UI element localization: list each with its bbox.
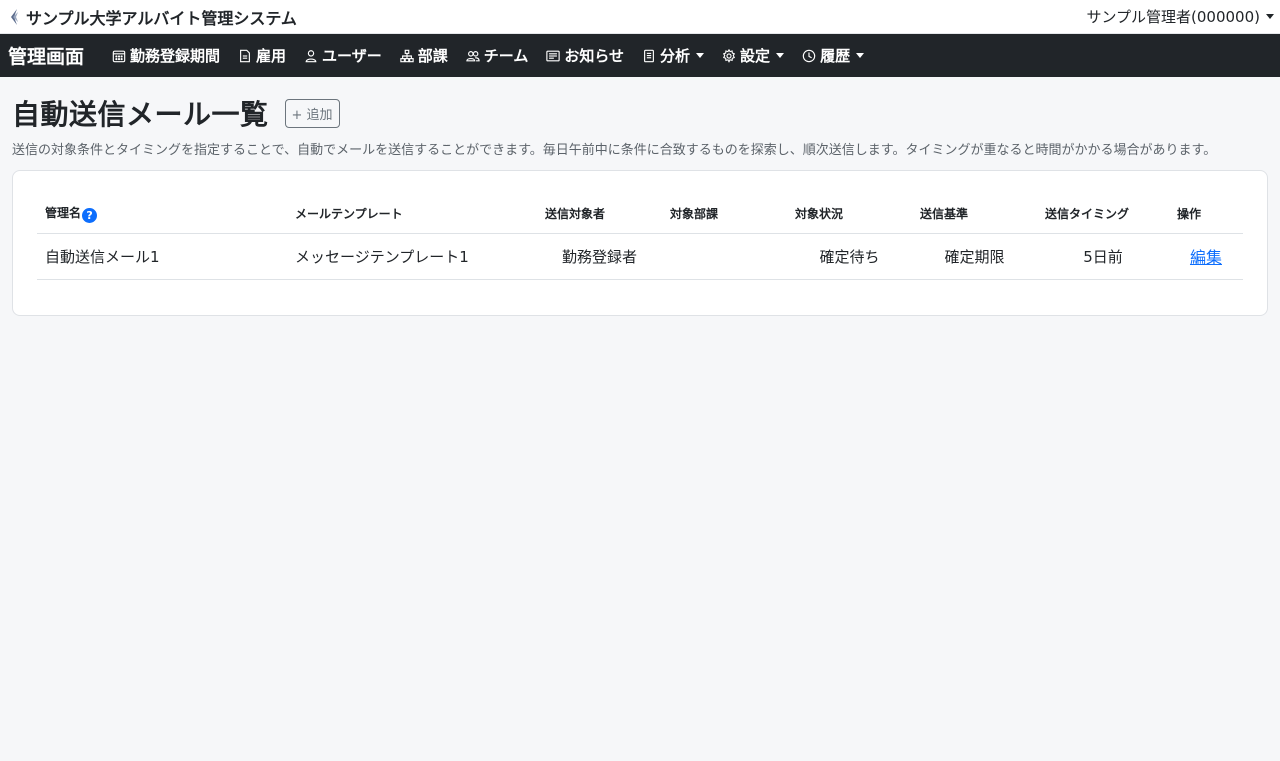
help-icon[interactable]: ?	[82, 208, 98, 223]
add-button[interactable]: + 追加	[284, 98, 340, 128]
user-menu[interactable]: サンプル管理者(000000)	[1086, 6, 1274, 27]
column-header-name: 管理名?	[37, 195, 287, 234]
chevron-down-icon	[696, 53, 705, 58]
brand[interactable]: サンプル大学アルバイト管理システム	[8, 5, 297, 29]
nav-item-work-period[interactable]: 勤務登録期間	[112, 45, 220, 66]
table-card: 管理名? メールテンプレート 送信対象者 対象部課 対象状況 送信基準 送信タイ…	[12, 170, 1268, 316]
cell-name: 自動送信メール1	[37, 233, 287, 280]
cell-basis: 確定期限	[912, 233, 1037, 280]
nav-brand[interactable]: 管理画面	[8, 42, 84, 69]
nav-label: 部課	[417, 47, 448, 65]
auto-mail-table: 管理名? メールテンプレート 送信対象者 対象部課 対象状況 送信基準 送信タイ…	[37, 195, 1243, 280]
heading-row: 自動送信メール一覧 + 追加	[12, 93, 1268, 133]
column-header-template: メールテンプレート	[287, 195, 537, 234]
logo-icon	[11, 8, 18, 25]
column-header-target: 送信対象者	[537, 195, 662, 234]
org-chart-icon	[400, 49, 414, 62]
person-icon	[305, 49, 317, 62]
nav-label: お知らせ	[564, 47, 625, 65]
nav-item-employment[interactable]: 雇用	[238, 45, 286, 66]
column-header-department: 対象部課	[662, 195, 787, 234]
calendar-icon	[112, 50, 126, 62]
nav-label: 分析	[660, 47, 691, 65]
nav-item-analysis[interactable]: 分析	[642, 45, 705, 66]
nav-item-teams[interactable]: チーム	[466, 45, 529, 66]
nav-item-settings[interactable]: 設定	[722, 45, 785, 66]
nav-label: 設定	[740, 47, 771, 65]
nav-item-notices[interactable]: お知らせ	[546, 45, 624, 66]
report-icon	[644, 49, 654, 62]
system-title: サンプル大学アルバイト管理システム	[26, 8, 297, 28]
cell-status: 確定待ち	[787, 233, 912, 280]
table-header-row: 管理名? メールテンプレート 送信対象者 対象部課 対象状況 送信基準 送信タイ…	[37, 195, 1243, 234]
chevron-down-icon	[1266, 14, 1274, 19]
cell-department	[662, 233, 787, 280]
nav-item-history[interactable]: 履歴	[802, 45, 865, 66]
chevron-down-icon	[776, 53, 785, 58]
page-description: 送信の対象条件とタイミングを指定することで、自動でメールを送信することができます…	[12, 143, 1217, 158]
nav-label: チーム	[483, 47, 529, 65]
people-icon	[466, 50, 480, 61]
column-header-action: 操作	[1169, 195, 1243, 234]
cell-action: 編集	[1169, 233, 1243, 280]
nav-item-users[interactable]: ユーザー	[304, 45, 382, 66]
chevron-down-icon	[856, 53, 865, 58]
nav-label: 勤務登録期間	[130, 47, 221, 65]
cell-template: メッセージテンプレート1	[287, 233, 537, 280]
column-header-status: 対象状況	[787, 195, 912, 234]
table-row: 自動送信メール1 メッセージテンプレート1 勤務登録者 確定待ち 確定期限 5日…	[37, 233, 1243, 280]
nav-label: 雇用	[256, 47, 287, 65]
system-header: サンプル大学アルバイト管理システム サンプル管理者(000000)	[0, 0, 1280, 34]
edit-link[interactable]: 編集	[1190, 248, 1222, 267]
main-content: 自動送信メール一覧 + 追加 送信の対象条件とタイミングを指定することで、自動で…	[0, 77, 1280, 316]
cell-timing: 5日前	[1037, 233, 1169, 280]
column-header-timing: 送信タイミング	[1037, 195, 1169, 234]
main-navbar: 管理画面 勤務登録期間 雇用 ユーザー 部課 チーム お知らせ 分析 設定 履歴	[0, 34, 1280, 77]
newspaper-icon	[546, 50, 561, 61]
nav-label: ユーザー	[322, 47, 382, 65]
document-icon	[240, 49, 250, 62]
user-label: サンプル管理者(000000)	[1086, 8, 1260, 26]
clock-icon	[802, 49, 816, 62]
nav-label: 履歴	[820, 47, 851, 65]
column-header-basis: 送信基準	[912, 195, 1037, 234]
cell-target: 勤務登録者	[537, 233, 662, 280]
nav-item-departments[interactable]: 部課	[400, 45, 448, 66]
gear-icon	[722, 48, 736, 63]
page-title: 自動送信メール一覧	[12, 98, 269, 131]
